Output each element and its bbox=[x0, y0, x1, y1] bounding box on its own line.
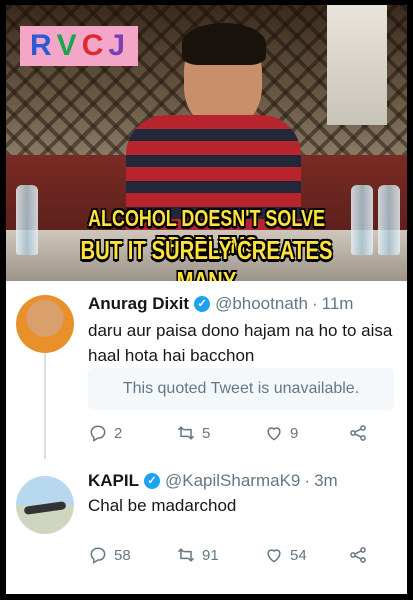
tweet-header: Anurag Dixit ✓ @bhootnath · 11m bbox=[88, 294, 353, 314]
user-handle[interactable]: @bhootnath bbox=[215, 294, 308, 314]
verified-badge-icon: ✓ bbox=[194, 296, 211, 312]
reply-icon bbox=[90, 547, 106, 564]
water-bottle bbox=[378, 185, 400, 255]
retweet-icon bbox=[177, 426, 195, 440]
logo-letter: V bbox=[56, 29, 80, 62]
like-button[interactable]: 9 bbox=[264, 423, 298, 443]
avatar[interactable] bbox=[16, 295, 74, 353]
display-name[interactable]: KAPIL bbox=[88, 471, 139, 491]
quoted-tweet-unavailable: This quoted Tweet is unavailable. bbox=[88, 368, 394, 410]
share-button[interactable] bbox=[348, 423, 368, 443]
like-button[interactable]: 54 bbox=[264, 545, 307, 565]
share-icon bbox=[350, 547, 366, 563]
share-icon bbox=[350, 425, 366, 441]
heart-icon bbox=[267, 549, 281, 563]
tweet-text: Chal be madarchod bbox=[88, 496, 237, 515]
tweet-time[interactable]: 3m bbox=[314, 471, 338, 491]
tweet-actions: 2 5 9 bbox=[88, 423, 388, 447]
verified-badge-icon: ✓ bbox=[144, 473, 160, 489]
rvcj-logo: R V C J bbox=[20, 26, 139, 66]
separator-dot: · bbox=[311, 294, 318, 313]
logo-letter: R bbox=[30, 29, 55, 62]
avatar[interactable] bbox=[16, 476, 74, 534]
tweet-actions: 58 91 54 bbox=[88, 545, 388, 569]
tweet-header: KAPIL ✓ @KapilSharmaK9 · 3m bbox=[88, 471, 338, 491]
like-count: 9 bbox=[290, 424, 299, 442]
reply-button[interactable]: 2 bbox=[88, 423, 122, 443]
retweet-icon bbox=[177, 548, 195, 562]
person-hair bbox=[182, 23, 266, 65]
reply-count: 58 bbox=[114, 546, 131, 564]
reply-count: 2 bbox=[114, 424, 123, 442]
avatar-figure bbox=[23, 501, 67, 515]
logo-letter: J bbox=[108, 29, 129, 62]
tweet-text: daru aur paisa dono hajam na ho to aisa … bbox=[88, 321, 393, 365]
logo-letter: C bbox=[81, 29, 107, 62]
display-name[interactable]: Anurag Dixit bbox=[88, 294, 189, 314]
retweet-count: 5 bbox=[202, 424, 211, 442]
reply-button[interactable]: 58 bbox=[88, 545, 131, 565]
separator-dot: · bbox=[304, 471, 311, 490]
like-count: 54 bbox=[290, 546, 307, 564]
retweet-button[interactable]: 91 bbox=[176, 545, 219, 565]
retweet-count: 91 bbox=[202, 546, 219, 564]
water-bottle bbox=[16, 185, 38, 255]
tweet-thread: Anurag Dixit ✓ @bhootnath · 11m daru aur… bbox=[6, 281, 407, 594]
reply-icon bbox=[90, 425, 106, 442]
heart-icon bbox=[267, 427, 281, 441]
window-background bbox=[327, 5, 387, 125]
tweet-time[interactable]: 11m bbox=[322, 294, 354, 314]
user-handle[interactable]: @KapilSharmaK9 bbox=[165, 471, 300, 491]
retweet-button[interactable]: 5 bbox=[176, 423, 210, 443]
thread-connector bbox=[44, 345, 46, 459]
share-button[interactable] bbox=[348, 545, 368, 565]
